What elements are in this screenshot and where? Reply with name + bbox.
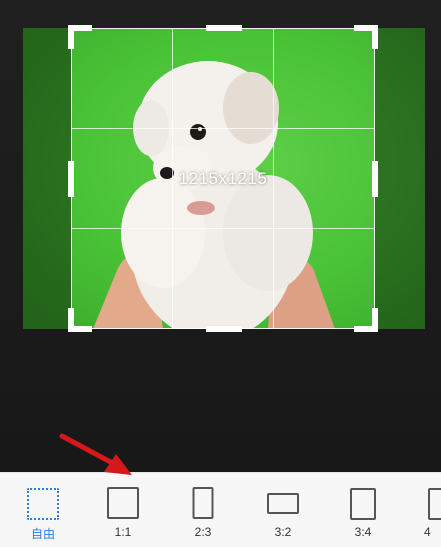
- grid-line-h1: [72, 128, 374, 129]
- crop-editor: 1215x1215: [0, 0, 441, 472]
- corner-handle-top-right-v[interactable]: [372, 25, 378, 49]
- edge-handle-left[interactable]: [68, 161, 74, 197]
- edge-handle-bottom[interactable]: [206, 326, 242, 332]
- free-crop-icon: [27, 488, 59, 520]
- portrait-2-3-icon: [192, 487, 214, 519]
- aspect-ratio-toolbar: 自由 1:1 2:3 3:2 3:4 4: [0, 472, 441, 547]
- crop-size-label: 1215x1215: [178, 169, 268, 188]
- ratio-3-2[interactable]: 3:2: [254, 473, 312, 547]
- ratio-1-1[interactable]: 1:1: [94, 473, 152, 547]
- landscape-3-2-icon: [267, 493, 299, 514]
- edge-handle-right[interactable]: [372, 161, 378, 197]
- ratio-2-3[interactable]: 2:3: [174, 473, 232, 547]
- crop-dim-left: [23, 28, 71, 329]
- crop-frame[interactable]: 1215x1215: [68, 25, 378, 332]
- ratio-3-4[interactable]: 3:4: [334, 473, 392, 547]
- ratio-3-2-label: 3:2: [274, 525, 292, 539]
- ratio-partial[interactable]: 4: [414, 473, 441, 547]
- ratio-free-label: 自由: [30, 527, 55, 541]
- edge-handle-top[interactable]: [206, 25, 242, 31]
- ratio-partial-icon: [428, 488, 441, 520]
- ratio-free[interactable]: 自由: [14, 473, 72, 547]
- square-ratio-icon: [107, 487, 139, 519]
- grid-line-h2: [72, 228, 374, 229]
- corner-handle-top-left-v[interactable]: [68, 25, 74, 49]
- ratio-2-3-label: 2:3: [194, 525, 212, 539]
- corner-handle-bottom-right-v[interactable]: [372, 308, 378, 332]
- crop-dim-right: [375, 28, 425, 329]
- portrait-3-4-icon: [350, 488, 376, 520]
- ratio-partial-label: 4: [424, 525, 431, 539]
- ratio-3-4-label: 3:4: [354, 525, 372, 539]
- ratio-1-1-label: 1:1: [114, 525, 132, 539]
- corner-handle-bottom-left-v[interactable]: [68, 308, 74, 332]
